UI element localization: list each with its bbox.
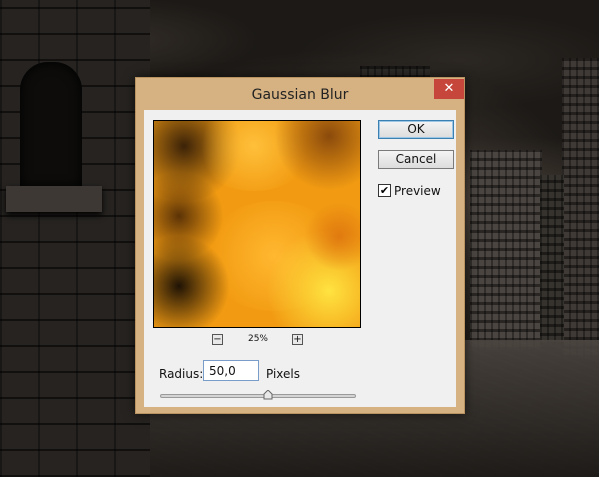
zoom-in-icon: + — [293, 334, 302, 345]
zoom-out-icon: − — [213, 334, 222, 345]
close-icon: ✕ — [443, 81, 455, 96]
zoom-controls: − 25% + — [144, 334, 370, 348]
dialog-title: Gaussian Blur — [251, 87, 349, 103]
skyscraper-small — [540, 175, 564, 345]
checkmark-icon: ✔ — [379, 184, 390, 197]
cancel-button[interactable]: Cancel — [378, 150, 454, 169]
radius-slider[interactable] — [160, 394, 356, 398]
zoom-in-button[interactable]: + — [292, 334, 303, 345]
slider-thumb-icon[interactable] — [263, 390, 273, 400]
dialog-titlebar[interactable]: Gaussian Blur ✕ — [136, 78, 464, 111]
radius-input[interactable] — [203, 360, 259, 381]
skyscraper-middle — [470, 150, 542, 350]
gaussian-blur-dialog: Gaussian Blur ✕ − 25% + Radius: Pixe — [135, 77, 465, 414]
dialog-body: − 25% + Radius: Pixels OK Cancel ✔ Previ… — [144, 110, 456, 407]
preview-label[interactable]: Preview — [394, 184, 441, 198]
preview-checkbox[interactable]: ✔ — [378, 184, 391, 197]
radius-label: Radius: — [159, 367, 204, 381]
zoom-level: 25% — [247, 334, 268, 344]
close-button[interactable]: ✕ — [434, 79, 464, 99]
skyscraper-right — [562, 58, 599, 358]
ok-button[interactable]: OK — [378, 120, 454, 139]
blur-preview[interactable] — [153, 120, 361, 328]
zoom-out-button[interactable]: − — [212, 334, 223, 345]
radius-unit-label: Pixels — [266, 367, 301, 381]
wall-window — [20, 62, 82, 188]
window-sill — [6, 186, 102, 212]
